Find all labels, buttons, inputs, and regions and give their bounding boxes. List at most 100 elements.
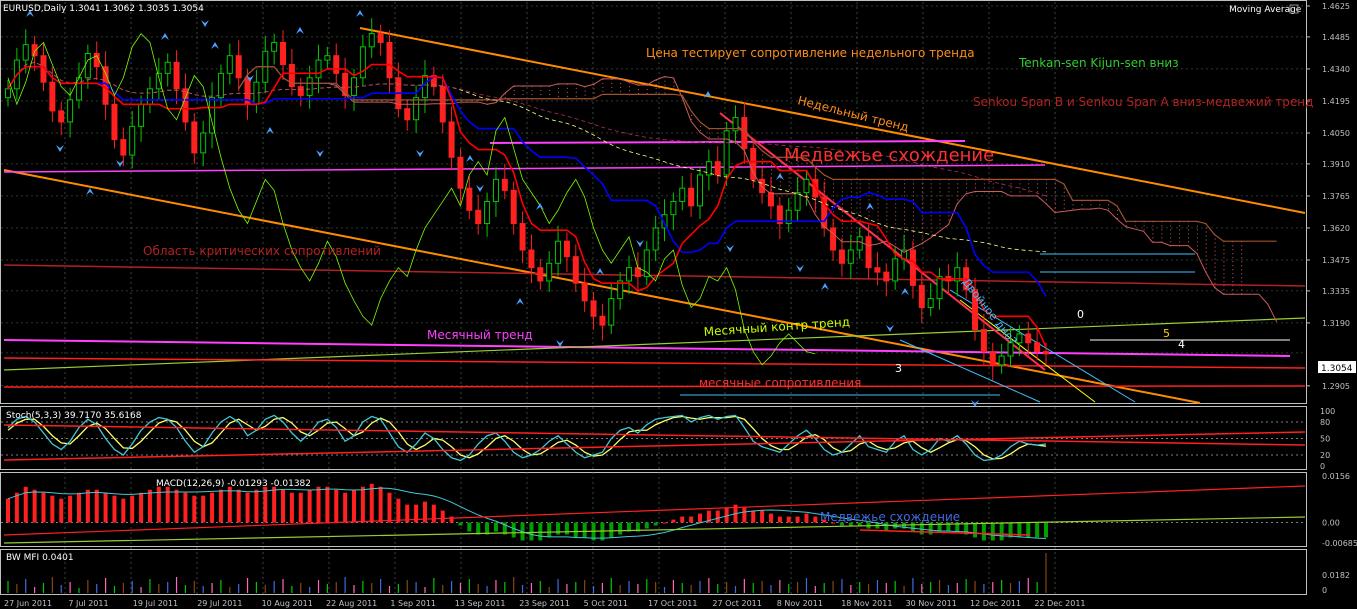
date-label: 10 Aug 2011 (262, 599, 313, 608)
macd-bar (369, 483, 374, 523)
cloud-dot (664, 92, 666, 94)
cloud-dot (655, 87, 657, 89)
candle-body (84, 52, 91, 79)
cloud-dot (1046, 199, 1047, 201)
cloud-dot (859, 183, 861, 185)
candle-body (377, 33, 384, 43)
candle-body (608, 298, 615, 326)
cloud-dot (655, 83, 657, 85)
cloud-dot (921, 215, 923, 217)
cloud-dot (1241, 249, 1243, 251)
macd-bar (751, 510, 756, 523)
candle-body (67, 99, 74, 123)
cloud-dot (1196, 241, 1198, 243)
macd-bar (281, 489, 286, 523)
cloud-dot (930, 223, 932, 225)
cloud-dot (966, 187, 968, 189)
cloud-dot (504, 97, 506, 99)
macd-bar (76, 492, 81, 523)
cloud-dot (948, 219, 950, 221)
cloud-dot (930, 187, 932, 189)
cloud-dot (912, 239, 914, 241)
cloud-dot (1063, 191, 1065, 193)
cloud-dot (1125, 225, 1127, 227)
annotation-senkou: Senkou Span B и Senkou Span A вниз-медве… (973, 95, 1313, 109)
candle-body (856, 236, 863, 251)
cloud-dot (1161, 233, 1163, 235)
date-label: 30 Nov 2011 (906, 599, 957, 608)
wave-label-0: 0 (1077, 308, 1084, 321)
macd-bar (272, 486, 277, 523)
cloud-dot (904, 223, 906, 225)
cloud-dot (841, 215, 843, 217)
candle-body (359, 46, 366, 79)
macd-bar (999, 522, 1004, 541)
cloud-dot (921, 203, 923, 205)
cloud-dot (833, 187, 835, 189)
cloud-dot (921, 239, 923, 241)
cloud-dot (948, 199, 950, 201)
cloud-dot (877, 191, 879, 193)
cloud-dot (868, 195, 870, 197)
cloud-dot (1241, 289, 1243, 291)
cloud-dot (708, 136, 710, 138)
cloud-dot (1223, 273, 1225, 275)
cloud-dot (1214, 278, 1216, 280)
macd-bar (32, 489, 37, 523)
cloud-dot (966, 191, 968, 193)
macd-bar (378, 486, 383, 523)
cloud-dot (1205, 243, 1207, 245)
annotation-monthly-trend: Месячный тренд (427, 328, 533, 342)
candle-body (847, 249, 854, 264)
cloud-dot (1187, 237, 1189, 239)
cloud-dot (1214, 282, 1216, 284)
cloud-dot (1223, 265, 1225, 267)
cloud-dot (540, 94, 542, 96)
macd-bar (14, 492, 19, 523)
cloud-dot (566, 91, 568, 93)
cloud-dot (877, 187, 879, 189)
cloud-dot (868, 187, 870, 189)
candle-body (563, 240, 570, 258)
macd-bar (289, 492, 294, 523)
candle-body (146, 88, 153, 105)
candle-body (235, 55, 242, 79)
cloud-dot (921, 223, 923, 225)
cloud-dot (788, 185, 790, 187)
macd-bar (236, 489, 241, 523)
cloud-dot (691, 114, 693, 116)
macd-bar (547, 522, 552, 538)
macd-bar (582, 522, 587, 538)
cloud-dot (895, 195, 897, 197)
cloud-dot (1019, 183, 1021, 185)
candle-body (120, 139, 127, 156)
candle-body (129, 125, 136, 156)
macd-bar (467, 522, 472, 532)
cloud-dot (602, 90, 604, 92)
macd-bar (529, 522, 534, 541)
cloud-dot (1072, 208, 1074, 210)
cloud-dot (1019, 191, 1021, 193)
candle-body (315, 59, 322, 79)
date-label: 19 Jul 2011 (133, 599, 178, 608)
cloud-dot (1037, 187, 1039, 189)
cloud-dot (673, 81, 675, 83)
cloud-dot (1134, 225, 1136, 227)
cloud-dot (948, 195, 950, 197)
cloud-dot (1010, 183, 1012, 185)
cloud-dot (1232, 265, 1234, 267)
candle-body (909, 249, 916, 286)
cloud-dot (841, 183, 843, 185)
cloud-dot (957, 195, 959, 197)
annotation-monthly-resistances: месячные сопротивления (699, 376, 861, 390)
macd-bar (485, 522, 490, 535)
cloud-dot (1205, 259, 1207, 261)
cloud-dot (850, 231, 852, 233)
cloud-dot (664, 88, 666, 90)
candle-body (705, 161, 712, 176)
cloud-dot (1232, 253, 1234, 255)
cloud-dot (584, 94, 586, 96)
macd-bar (254, 489, 259, 523)
cloud-dot (1063, 187, 1065, 189)
cloud-dot (549, 94, 551, 96)
